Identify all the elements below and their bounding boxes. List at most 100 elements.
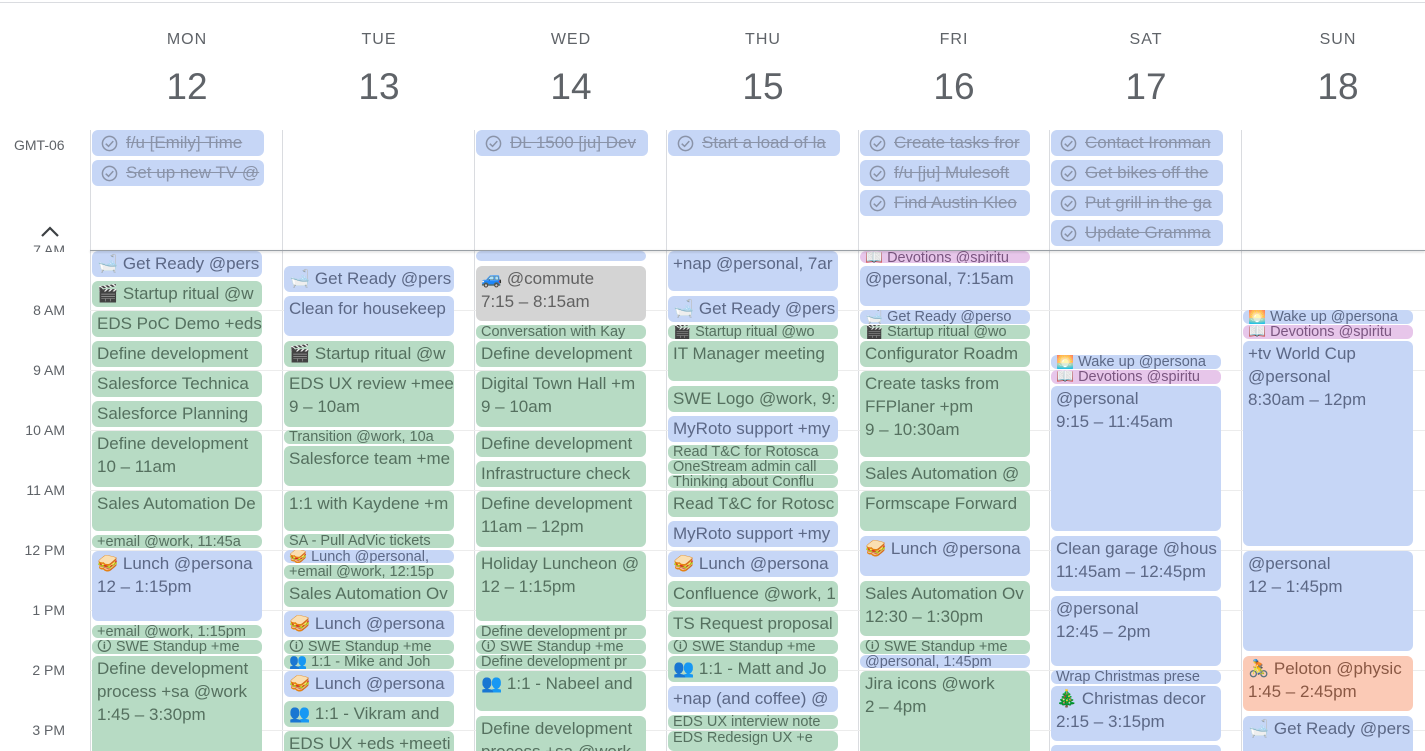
calendar-event[interactable]: Thinking about Conflu (668, 475, 838, 488)
calendar-event[interactable]: +nap (and coffee) @ (668, 686, 838, 712)
calendar-event[interactable]: 🥪 Lunch @persona (860, 536, 1030, 576)
day-number[interactable]: 14 (476, 66, 666, 108)
calendar-event[interactable]: Salesforce Planning (92, 401, 262, 427)
chevron-up-icon[interactable] (38, 222, 62, 242)
calendar-event[interactable]: Read T&C for Rotosc (668, 491, 838, 517)
calendar-event[interactable]: 🥪 Lunch @persona (284, 611, 454, 637)
calendar-event[interactable]: Sales Automation Ov 12:30 – 1:30pm (860, 581, 1030, 636)
task-chip[interactable]: Contact Ironman (1051, 130, 1223, 156)
calendar-event[interactable]: 🛈 SWE Standup +me (668, 640, 838, 654)
calendar-event[interactable]: 🛁 Get Ready @pers (668, 296, 838, 322)
day-number[interactable]: 12 (92, 66, 282, 108)
calendar-event[interactable]: 👥 1:1 - Nabeel and (476, 671, 646, 711)
calendar-event[interactable]: Sales Automation Ov (284, 581, 454, 607)
calendar-event[interactable]: 🛁 Get Ready @pers (284, 266, 454, 292)
calendar-event[interactable]: Clean garage @hous 11:45am – 12:45pm (1051, 536, 1221, 591)
calendar-event[interactable]: Define development pr (476, 655, 646, 669)
calendar-event[interactable] (1051, 745, 1221, 751)
calendar-event[interactable]: Define development (476, 341, 646, 367)
calendar-event[interactable]: EDS UX interview note (668, 715, 838, 729)
calendar-event[interactable]: +tv World Cup @personal 8:30am – 12pm (1243, 341, 1413, 546)
calendar-event[interactable]: Configurator Roadm (860, 341, 1030, 367)
calendar-event[interactable]: +email @work, 1:15pm (92, 625, 262, 638)
calendar-event[interactable]: EDS PoC Demo +eds (92, 311, 262, 337)
calendar-event[interactable]: Define development 11am – 12pm (476, 491, 646, 547)
task-chip[interactable]: Find Austin Kleo (860, 190, 1030, 216)
calendar-event[interactable]: EDS UX review +mee 9 – 10am (284, 371, 454, 427)
task-chip[interactable]: Put grill in the ga (1051, 190, 1223, 216)
task-chip[interactable]: Update Gramma (1051, 220, 1223, 246)
calendar-event[interactable]: 1:1 with Kaydene +m (284, 491, 454, 531)
calendar-event[interactable]: @personal 9:15 – 11:45am (1051, 386, 1221, 531)
calendar-event[interactable]: SA - Pull AdVic tickets (284, 534, 454, 548)
calendar-event[interactable]: 🎬 Startup ritual @w (92, 281, 262, 307)
calendar-event[interactable]: @personal, 7:15am (860, 266, 1030, 306)
calendar-event[interactable]: 🛁 Get Ready @pers (92, 251, 262, 277)
calendar-event[interactable]: EDS UX +eds +meeti (284, 731, 454, 751)
calendar-event[interactable]: +nap @personal, 7ar (668, 251, 838, 291)
calendar-event[interactable]: Formscape Forward (860, 491, 1030, 531)
calendar-event[interactable]: 👥 1:1 - Mike and Joh (284, 655, 454, 669)
day-number[interactable]: 15 (668, 66, 858, 108)
calendar-event[interactable]: 🚙 @commute 7:15 – 8:15am (476, 266, 646, 321)
calendar-event[interactable]: 🎬 Startup ritual @wo (860, 325, 1030, 339)
calendar-event[interactable]: Clean for housekeep (284, 296, 454, 336)
calendar-event[interactable]: Define development 10 – 11am (92, 431, 262, 487)
calendar-event[interactable]: 🎄 Christmas decor 2:15 – 3:15pm (1051, 686, 1221, 741)
calendar-event[interactable]: Read T&C for Rotosca (668, 445, 838, 459)
calendar-event[interactable]: 🥪 Lunch @personal, (284, 550, 454, 563)
calendar-event[interactable]: Sales Automation @ (860, 461, 1030, 487)
task-chip[interactable]: Create tasks fror (860, 130, 1030, 156)
calendar-event[interactable]: Holiday Luncheon @12 – 1:15pm (476, 551, 646, 621)
calendar-event[interactable]: MyRoto support +my (668, 521, 838, 547)
calendar-event[interactable]: @personal, 1:45pm (860, 655, 1030, 668)
calendar-event[interactable]: 🎬 Startup ritual @wo (668, 325, 838, 339)
calendar-event[interactable]: Sales Automation De (92, 491, 262, 531)
calendar-event[interactable]: 👥 1:1 - Vikram and (284, 701, 454, 727)
day-number[interactable]: 13 (284, 66, 474, 108)
calendar-event[interactable]: Define development (476, 431, 646, 457)
calendar-event[interactable]: 🥪 Lunch @persona 12 – 1:15pm (92, 551, 262, 621)
calendar-event[interactable]: Salesforce team +me (284, 446, 454, 486)
calendar-event[interactable]: Create tasks from FFPlaner +pm 9 – 10:30am (860, 371, 1030, 457)
calendar-event[interactable]: 🥪 Lunch @persona (668, 551, 838, 577)
calendar-event[interactable]: Define developmentprocess +sa @work (476, 716, 646, 751)
task-chip[interactable]: Get bikes off the (1051, 160, 1223, 186)
task-chip[interactable]: Set up new TV @ (92, 160, 264, 186)
calendar-event[interactable]: 🥪 Lunch @persona (284, 671, 454, 697)
calendar-event[interactable]: 🛁 Get Ready @pers (1243, 716, 1413, 751)
calendar-event[interactable] (476, 251, 646, 261)
calendar-event[interactable]: MyRoto support +my (668, 416, 838, 442)
calendar-event[interactable]: OneStream admin call (668, 460, 838, 474)
calendar-event[interactable]: Salesforce Technica (92, 371, 262, 397)
calendar-event[interactable]: Jira icons @work 2 – 4pm (860, 671, 1030, 751)
calendar-event[interactable]: Digital Town Hall +m 9 – 10am (476, 371, 646, 427)
calendar-event[interactable]: +email @work, 11:45a (92, 535, 262, 548)
task-chip[interactable]: DL 1500 [ju] Dev (476, 130, 648, 156)
task-chip[interactable]: f/u [ju] Mulesoft (860, 160, 1030, 186)
calendar-event[interactable]: Infrastructure check (476, 461, 646, 487)
calendar-event[interactable]: Transition @work, 10a (284, 430, 454, 444)
calendar-event[interactable]: 🛈 SWE Standup +me (476, 640, 646, 654)
calendar-event[interactable]: Define development process +sa @work 1:45 … (92, 656, 262, 751)
calendar-event[interactable]: 🌅 Wake up @persona (1051, 355, 1221, 369)
calendar-event[interactable]: Conversation with Kay (476, 325, 646, 339)
task-chip[interactable]: f/u [Emily] Time (92, 130, 264, 156)
calendar-event[interactable]: TS Request proposal (668, 611, 838, 637)
calendar-event[interactable]: 🛈 SWE Standup +me (284, 640, 454, 654)
calendar-event[interactable]: 🛈 SWE Standup +me (860, 640, 1030, 654)
calendar-event[interactable]: @personal 12 – 1:45pm (1243, 551, 1413, 651)
calendar-event[interactable]: 🌅 Wake up @persona (1243, 310, 1413, 324)
calendar-event[interactable]: SWE Logo @work, 9: (668, 386, 838, 412)
calendar-event[interactable]: 👥 1:1 - Matt and Jo (668, 656, 838, 682)
day-number[interactable]: 17 (1051, 66, 1241, 108)
calendar-event[interactable]: 🚴 Peloton @physic 1:45 – 2:45pm (1243, 656, 1413, 711)
calendar-event[interactable]: Wrap Christmas prese (1051, 670, 1221, 684)
day-number[interactable]: 18 (1243, 66, 1425, 108)
task-chip[interactable]: Start a load of la (668, 130, 840, 156)
calendar-event[interactable]: Define development pr (476, 625, 646, 639)
calendar-event[interactable]: 🛁 Get Ready @perso (860, 310, 1030, 324)
calendar-event[interactable]: Confluence @work, 1 (668, 581, 838, 607)
calendar-event[interactable]: 📖 Devotions @spiritu (860, 251, 1030, 263)
calendar-event[interactable]: @personal 12:45 – 2pm (1051, 596, 1221, 666)
